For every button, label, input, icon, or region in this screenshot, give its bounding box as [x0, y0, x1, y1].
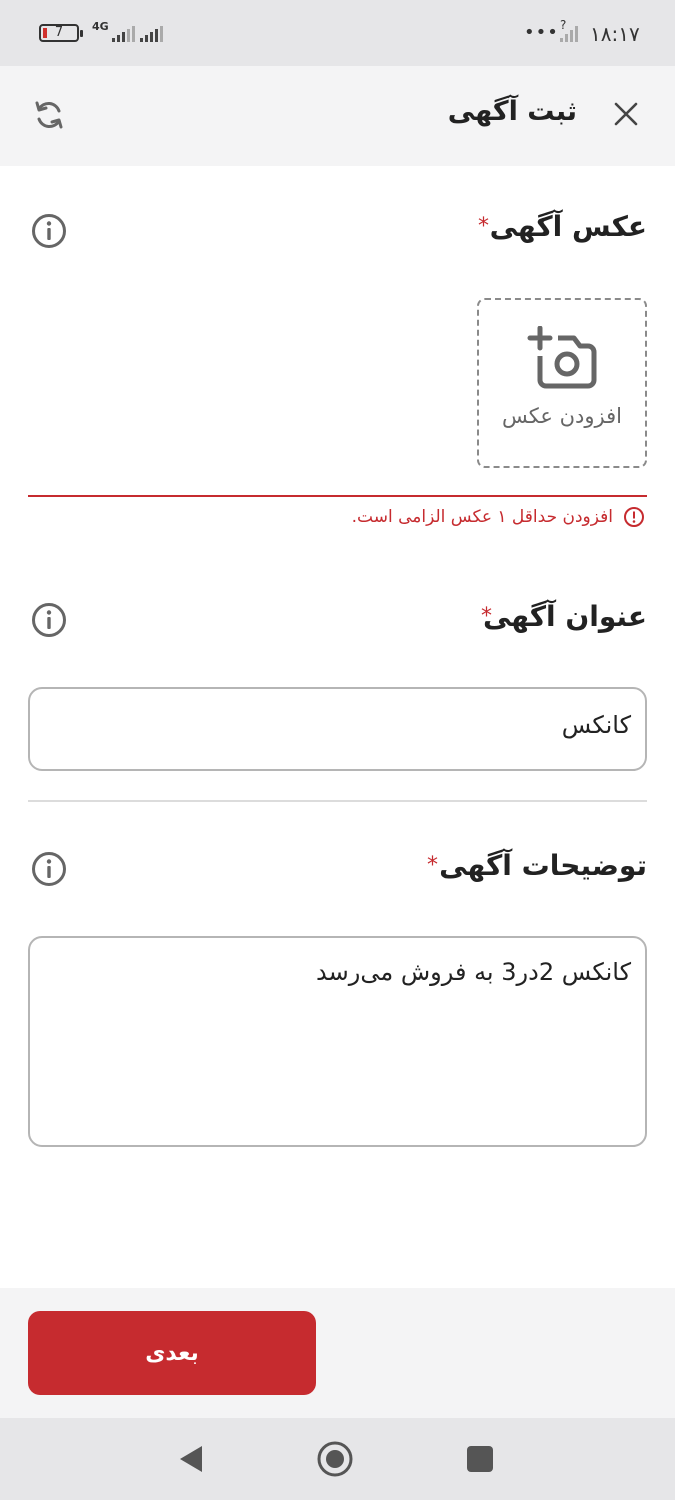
- refresh-button[interactable]: [28, 94, 70, 136]
- description-section-label: توضیحات آگهی: [439, 849, 647, 882]
- page-title: ثبت آگهی: [447, 96, 577, 127]
- info-icon[interactable]: [31, 213, 67, 249]
- ad-title-value: کانکس: [561, 711, 631, 739]
- description-section-title: توضیحات آگهی: [439, 849, 647, 882]
- recent-apps-icon[interactable]: [467, 1446, 493, 1472]
- add-photo-button[interactable]: افزودن عکس: [477, 298, 647, 468]
- photo-error-text: افزودن حداقل ۱ عکس الزامی است.: [351, 507, 613, 527]
- required-mark: *: [427, 853, 438, 878]
- close-icon: [614, 102, 638, 126]
- ad-description-value: کانکس 2در3 به فروش می‌رسد: [316, 958, 631, 986]
- close-button[interactable]: [606, 94, 646, 134]
- signal-icon: [560, 26, 578, 42]
- ad-description-textarea[interactable]: کانکس 2در3 به فروش می‌رسد: [28, 936, 647, 1147]
- title-section-label: عنوان آگهی: [482, 600, 647, 633]
- signal-icon: [112, 26, 135, 42]
- error-divider: [28, 495, 647, 497]
- info-icon[interactable]: [31, 602, 67, 638]
- battery-level: 7: [54, 25, 64, 40]
- home-icon[interactable]: [316, 1440, 354, 1478]
- network-type: 4G: [92, 20, 109, 33]
- battery-icon: 7: [39, 24, 83, 42]
- signal-icon: [140, 26, 163, 42]
- ad-title-input[interactable]: کانکس: [28, 687, 647, 771]
- info-icon[interactable]: [31, 851, 67, 887]
- title-section-title: عنوان آگهی: [483, 600, 647, 633]
- refresh-icon: [35, 101, 63, 129]
- required-mark: *: [478, 214, 489, 239]
- error-icon: [624, 507, 644, 527]
- section-divider: [28, 800, 647, 802]
- status-clock: ۱۸:۱۷: [590, 22, 640, 46]
- back-icon[interactable]: [178, 1444, 204, 1474]
- status-bar: 7 4G ••• ? ۱۸:۱۷: [0, 0, 675, 66]
- add-photo-icon: [527, 326, 597, 389]
- more-notifications-icon: •••: [524, 22, 559, 43]
- add-photo-label: افزودن عکس: [502, 404, 622, 428]
- next-button[interactable]: بعدی: [28, 1311, 316, 1395]
- required-mark: *: [481, 604, 492, 629]
- photo-error: افزودن حداقل ۱ عکس الزامی است.: [352, 506, 645, 528]
